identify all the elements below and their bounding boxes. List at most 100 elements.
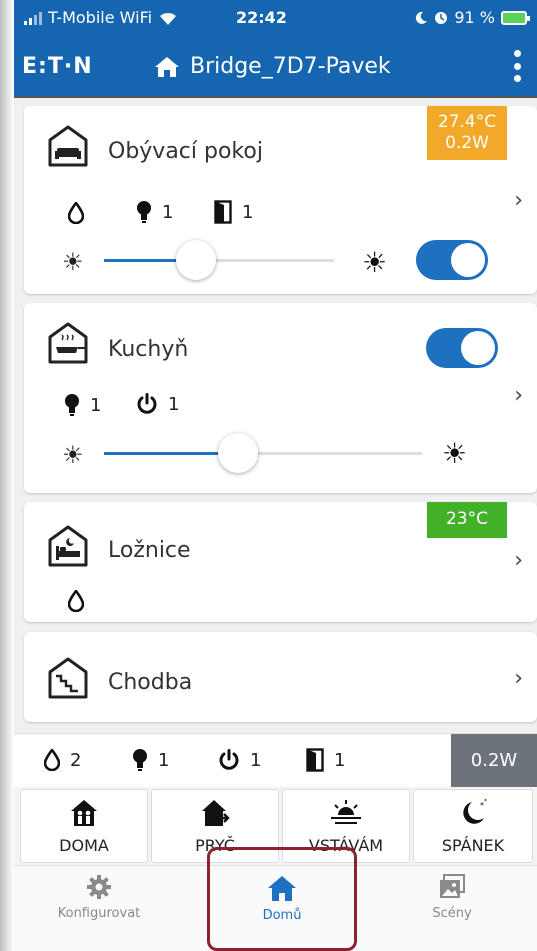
nav-scenes[interactable]: Scény (382, 874, 522, 921)
socket-count: 1 (168, 393, 180, 415)
chevron-right-icon[interactable]: › (514, 666, 523, 691)
door-window-icon (214, 200, 232, 224)
temperature-value: 27.4°C (437, 112, 497, 132)
sun-low-icon: ☀ (62, 248, 84, 276)
status-left: T-Mobile WiFi (24, 8, 178, 27)
scene-label: DOMA (59, 836, 109, 855)
status-time: 22:42 (236, 8, 287, 27)
stairs-room-icon (48, 657, 88, 699)
door-window-icon (306, 748, 324, 772)
home-icon (155, 56, 179, 77)
dimmer-slider[interactable]: ☀ (54, 240, 354, 280)
room-card-kitchen[interactable]: Kuchyň › 1 1 ☀ ☀ (24, 303, 537, 493)
moon-stars-icon: * * (463, 798, 487, 824)
room-power-toggle[interactable] (426, 328, 498, 368)
power-value: 0.2W (445, 133, 489, 153)
slider-thumb[interactable] (217, 433, 258, 473)
house-summary-bar: 2 1 1 1 0.2W (14, 733, 537, 788)
chevron-right-icon[interactable]: › (514, 548, 523, 573)
slider-track (104, 452, 422, 455)
alarm-icon (435, 11, 448, 24)
window-count: 1 (242, 201, 254, 223)
pictures-icon (440, 874, 465, 898)
light-summary: 1 (132, 748, 169, 772)
chevron-right-icon[interactable]: › (514, 188, 523, 213)
water-drop-icon (68, 590, 84, 612)
total-power-badge: 0.2W (451, 734, 537, 788)
socket-summary: 1 (218, 749, 261, 771)
sunrise-icon (331, 800, 361, 824)
water-summary: 2 (44, 749, 81, 771)
nav-label: Scény (432, 906, 472, 921)
left-edge-shadow (0, 0, 14, 951)
sofa-room-icon (48, 125, 88, 167)
room-card-living-room[interactable]: Obývací pokoj 27.4°C 0.2W › 1 1 ☀ ☀ (24, 106, 537, 294)
light-indicator: 1 (136, 200, 173, 224)
bulb-icon (133, 749, 147, 771)
app-bar: E:T·N Bridge_7D7-Pavek (14, 38, 537, 96)
slider-thumb[interactable] (176, 240, 216, 280)
temperature-value: 23°C (445, 509, 488, 529)
battery-icon (501, 10, 530, 25)
home-people-icon (71, 800, 97, 826)
temperature-badge: 23°C (427, 502, 507, 538)
nav-label: Konfigurovat (57, 906, 141, 921)
status-bar: T-Mobile WiFi 22:42 91 % (14, 0, 537, 38)
water-indicator (68, 202, 84, 224)
bulb-icon (137, 201, 151, 223)
water-drop-icon (44, 749, 60, 771)
light-count: 1 (162, 201, 174, 223)
power-icon (137, 393, 157, 414)
bridge-title-text: Bridge_7D7-Pavek (190, 54, 391, 79)
scene-button-sleep[interactable]: * * SPÁNEK (413, 789, 533, 863)
bridge-title[interactable]: Bridge_7D7-Pavek (154, 54, 391, 79)
light-count: 1 (158, 749, 170, 771)
svg-text:*: * (484, 798, 487, 805)
wifi-icon (160, 12, 177, 25)
status-right: 91 % (414, 8, 530, 27)
moon-icon (416, 11, 428, 24)
sun-high-icon: ☀ (362, 246, 388, 279)
water-indicator (68, 590, 84, 612)
kitchen-pan-icon (48, 322, 88, 364)
room-name: Chodba (108, 670, 193, 695)
power-icon (219, 749, 239, 770)
highlight-annotation-box (207, 847, 357, 951)
room-name: Kuchyň (108, 337, 189, 362)
water-count: 2 (70, 749, 82, 771)
carrier-label: T-Mobile WiFi (48, 8, 153, 27)
eaton-logo: E:T·N (22, 54, 93, 79)
light-indicator: 1 (64, 393, 101, 417)
app-root: T-Mobile WiFi 22:42 91 % E:T·N Bridge_7D… (14, 0, 537, 951)
bulb-icon (65, 394, 79, 416)
window-indicator: 1 (214, 200, 253, 224)
bed-room-icon (48, 525, 88, 567)
home-leave-icon (202, 800, 230, 826)
socket-indicator: 1 (136, 393, 179, 415)
phone-screen: T-Mobile WiFi 22:42 91 % E:T·N Bridge_7D… (0, 0, 537, 951)
sun-low-icon: ☀ (62, 441, 84, 469)
room-power-toggle[interactable] (416, 240, 488, 280)
signal-icon (24, 11, 42, 25)
room-card-bedroom[interactable]: Ložnice 23°C › (24, 502, 537, 622)
room-card-hallway[interactable]: Chodba › (24, 632, 537, 722)
scene-button-home[interactable]: DOMA (20, 789, 148, 863)
sun-high-icon: ☀ (442, 437, 468, 470)
slider-track (104, 259, 334, 262)
room-name: Obývací pokoj (108, 139, 263, 164)
header-divider (14, 96, 537, 98)
dimmer-slider[interactable]: ☀ (54, 433, 434, 473)
water-drop-icon (68, 202, 84, 224)
battery-percent: 91 % (454, 8, 495, 27)
light-count: 1 (90, 394, 102, 416)
scene-label: SPÁNEK (441, 836, 505, 855)
socket-count: 1 (250, 749, 262, 771)
room-name: Ložnice (108, 538, 191, 563)
temperature-power-badge: 27.4°C 0.2W (427, 106, 507, 160)
gear-icon (87, 875, 111, 899)
nav-configure[interactable]: Konfigurovat (29, 874, 169, 921)
window-summary: 1 (306, 748, 345, 772)
overflow-menu-icon[interactable] (509, 50, 525, 82)
chevron-right-icon[interactable]: › (514, 383, 523, 408)
window-count: 1 (334, 749, 346, 771)
